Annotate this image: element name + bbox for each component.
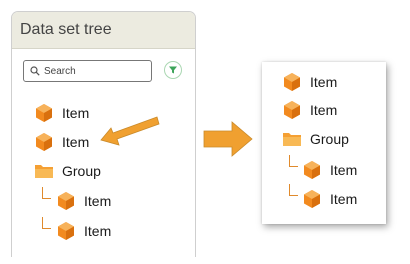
tree-child-item[interactable]: Item bbox=[302, 187, 357, 211]
search-placeholder: Search bbox=[44, 65, 76, 77]
pointer-arrow-icon bbox=[100, 116, 160, 146]
filter-icon bbox=[169, 66, 177, 74]
tree-item[interactable]: Item bbox=[282, 70, 337, 94]
drag-preview-card: Item Item Group Item Item bbox=[262, 62, 386, 224]
tree-connector bbox=[42, 187, 51, 199]
search-icon bbox=[30, 66, 40, 76]
cube-icon bbox=[302, 160, 322, 180]
tree-group-label: Group bbox=[62, 163, 101, 179]
tree-item-label: Item bbox=[330, 162, 358, 178]
tree-item[interactable]: Item bbox=[282, 98, 337, 122]
tree-item-label: Item bbox=[84, 193, 112, 209]
cube-icon bbox=[282, 72, 302, 92]
tree-item-label: Item bbox=[310, 102, 338, 118]
tree-item-label: Item bbox=[62, 134, 90, 150]
cube-icon bbox=[34, 132, 54, 152]
tree-child-item[interactable]: Item bbox=[56, 219, 111, 243]
tree-group[interactable]: Group bbox=[282, 127, 349, 151]
tree-item-label: Item bbox=[84, 223, 112, 239]
tree-item[interactable]: Item bbox=[34, 101, 89, 125]
folder-icon bbox=[34, 161, 54, 181]
panel-title: Data set tree bbox=[12, 12, 195, 49]
tree-item-label: Item bbox=[330, 191, 358, 207]
cube-icon bbox=[282, 100, 302, 120]
cube-icon bbox=[302, 189, 322, 209]
search-input[interactable]: Search bbox=[23, 60, 152, 82]
cube-icon bbox=[34, 103, 54, 123]
tree-item[interactable]: Item bbox=[34, 130, 89, 154]
tree-connector bbox=[42, 217, 51, 229]
cube-icon bbox=[56, 191, 76, 211]
tree-item-label: Item bbox=[62, 105, 90, 121]
tree-group[interactable]: Group bbox=[34, 159, 101, 183]
tree-child-item[interactable]: Item bbox=[56, 189, 111, 213]
tree-child-item[interactable]: Item bbox=[302, 158, 357, 182]
folder-icon bbox=[282, 129, 302, 149]
tree-group-label: Group bbox=[310, 131, 349, 147]
tree-connector bbox=[289, 184, 298, 196]
right-arrow-icon bbox=[203, 121, 253, 157]
tree-connector bbox=[289, 155, 298, 167]
cube-icon bbox=[56, 221, 76, 241]
filter-button[interactable] bbox=[164, 61, 182, 79]
tree-item-label: Item bbox=[310, 74, 338, 90]
